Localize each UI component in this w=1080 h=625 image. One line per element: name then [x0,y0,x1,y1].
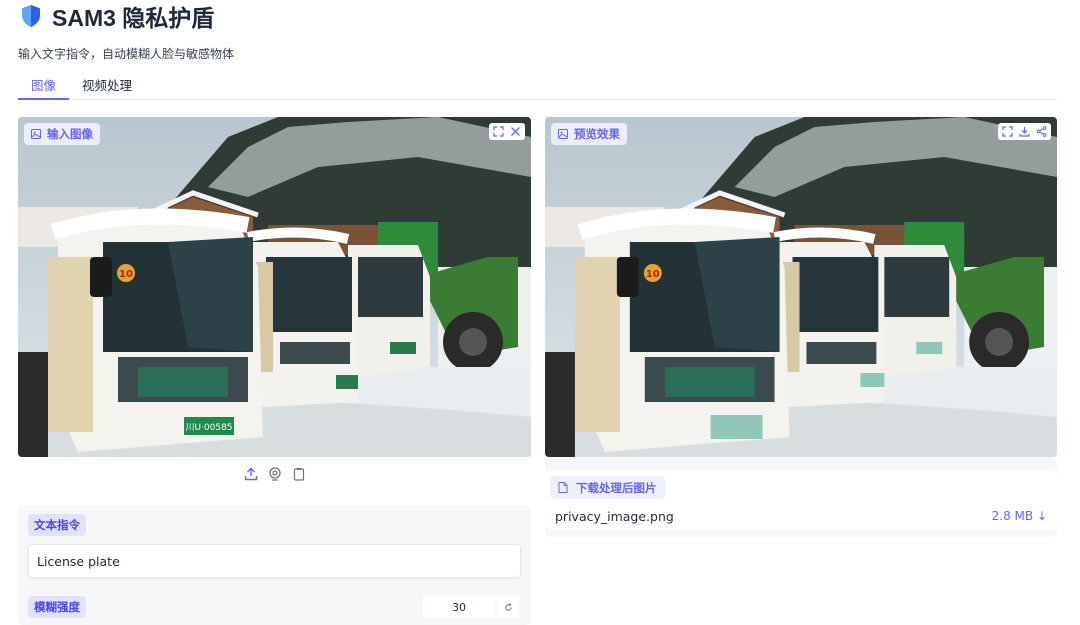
bus-number-output: 10 [646,269,660,280]
download-file-size[interactable]: 2.8 MB ↓ [992,509,1047,523]
image-icon [31,129,41,139]
prompt-input[interactable] [28,544,521,578]
output-image-label-text: 预览效果 [574,127,620,141]
input-image-tools [489,123,525,140]
prompt-label: 文本指令 [28,514,86,536]
upload-icon[interactable] [244,467,258,481]
app-header: SAM3 隐私护盾 [20,2,215,31]
download-card: 下载处理后图片 privacy_image.png 2.8 MB ↓ [545,470,1057,530]
tab-video[interactable]: 视频处理 [69,72,145,100]
tab-bar: 图像 视频处理 [18,72,1057,100]
fullscreen-icon[interactable] [492,125,505,138]
download-label: 下载处理后图片 [550,476,665,499]
output-image[interactable]: 10 预览效果 [545,117,1057,457]
page-title: SAM3 隐私护盾 [52,5,215,31]
download-icon[interactable] [1018,125,1031,138]
fullscreen-icon[interactable] [1001,125,1014,138]
snow-bus-photo: 10 川U·00585 [18,117,531,457]
plate-text: 川U·00585 [185,423,232,433]
webcam-icon[interactable] [268,467,282,481]
output-image-label: 预览效果 [551,123,627,145]
download-label-text: 下载处理后图片 [576,480,657,495]
page-subtitle: 输入文字指令，自动模糊人脸与敏感物体 [18,47,235,61]
download-file-link[interactable]: privacy_image.png [555,509,674,524]
image-source-toolbar [18,457,531,491]
bus-number: 10 [119,269,133,280]
file-icon [558,482,568,493]
blurred-plate [710,415,763,439]
reset-icon[interactable] [497,596,519,618]
tab-image[interactable]: 图像 [18,72,70,100]
blurred-bus-photo: 10 [545,117,1057,457]
share-icon[interactable] [1035,125,1048,138]
blur-strength-label: 模糊强度 [28,596,86,618]
clipboard-icon[interactable] [292,467,306,481]
input-image-label: 输入图像 [24,123,100,145]
output-image-tools [998,123,1051,140]
input-image-label-text: 输入图像 [47,127,93,141]
close-icon[interactable] [509,125,522,138]
image-icon [558,129,568,139]
input-image[interactable]: 10 川U·00585 输入图像 [18,117,531,457]
blur-strength-input[interactable] [423,596,495,618]
shield-icon [22,5,40,27]
